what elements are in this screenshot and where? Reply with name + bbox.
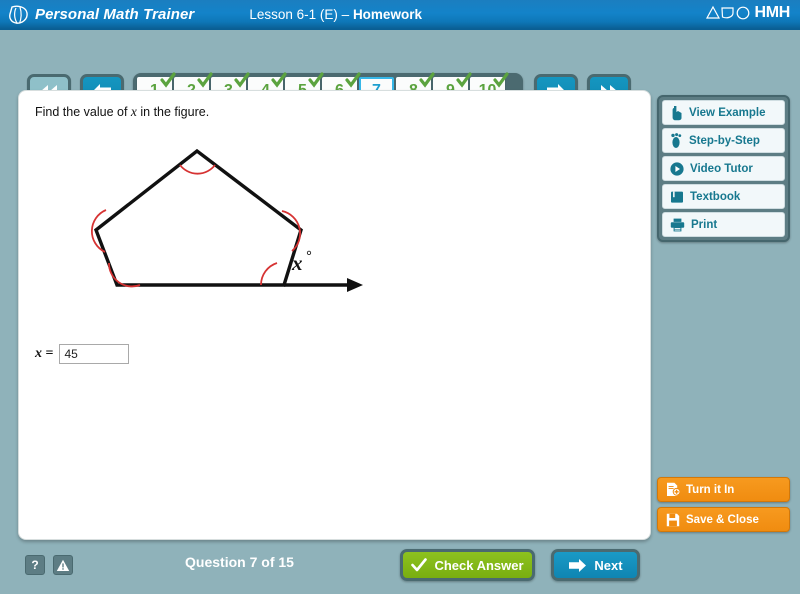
check-answer-button[interactable]: Check Answer xyxy=(400,549,535,581)
footprint-icon xyxy=(671,132,682,148)
warning-triangle-icon xyxy=(56,559,70,571)
brand-title: Personal Math Trainer xyxy=(35,6,195,23)
step-by-step-button[interactable]: Step-by-Step xyxy=(662,128,785,153)
book-icon xyxy=(671,191,683,203)
view-example-button[interactable]: View Example xyxy=(662,100,785,125)
prompt-before: Find the value of xyxy=(35,105,131,119)
pentagon-figure: x ° xyxy=(90,148,363,292)
answer-row: x = xyxy=(35,344,130,364)
question-mark-icon: ? xyxy=(31,558,39,572)
play-circle-icon xyxy=(670,161,684,176)
answer-input[interactable] xyxy=(59,344,130,364)
tool-button-label: Video Tutor xyxy=(690,162,753,175)
turn-it-in-label: Turn it In xyxy=(686,483,735,496)
answer-equals: = xyxy=(45,346,54,361)
app-header: Personal Math Trainer Lesson 6-1 (E) – H… xyxy=(0,0,800,30)
completed-check-icon xyxy=(493,72,509,88)
checkmark-icon xyxy=(411,558,428,572)
answer-variable-label: x = xyxy=(35,346,53,362)
print-button[interactable]: Print xyxy=(662,212,785,237)
angle-arc-left xyxy=(90,209,107,253)
lesson-prefix: Lesson 6-1 (E) – xyxy=(249,7,353,22)
tool-button-label: Textbook xyxy=(690,190,741,203)
help-button[interactable]: ? xyxy=(25,555,45,575)
hmh-triangle-leaf-circle-icon xyxy=(706,5,750,20)
tool-button-label: Print xyxy=(691,218,718,231)
problem-content-card: Find the value of x in the figure. x ° x… xyxy=(18,90,651,540)
question-prompt: Find the value of x in the figure. xyxy=(35,104,209,120)
ray-arrowhead xyxy=(347,278,363,292)
save-and-close-label: Save & Close xyxy=(686,513,759,526)
next-label: Next xyxy=(594,557,623,573)
right-arrow-icon xyxy=(569,558,587,572)
alert-button[interactable] xyxy=(53,555,73,575)
pentagon-outline xyxy=(93,148,303,287)
publisher-logo: HMH xyxy=(705,4,790,22)
pointing-hand-icon xyxy=(672,105,682,120)
submission-actions: Turn it In Save & Close xyxy=(657,477,790,532)
lesson-suffix: Homework xyxy=(352,7,422,22)
angle-label-degree: ° xyxy=(306,248,312,265)
save-and-close-button[interactable]: Save & Close xyxy=(657,507,790,532)
question-counter: Question 7 of 15 xyxy=(185,554,294,570)
question-navigation-bar: 1 2 3 4 5 6 7 xyxy=(0,30,800,109)
angle-arc-bottom-right xyxy=(260,262,278,286)
video-tutor-button[interactable]: Video Tutor xyxy=(662,156,785,181)
printer-icon xyxy=(670,218,685,231)
floppy-disk-icon xyxy=(666,513,680,526)
angle-arc-apex xyxy=(179,164,216,175)
check-answer-label: Check Answer xyxy=(434,557,524,573)
publisher-name: HMH xyxy=(754,4,790,21)
answer-variable: x xyxy=(35,346,42,361)
tool-panel: View Example Step-by-Step Video Tutor Te… xyxy=(657,95,790,242)
prompt-after: in the figure. xyxy=(136,105,210,119)
app-window: Personal Math Trainer Lesson 6-1 (E) – H… xyxy=(0,0,800,594)
angle-label-x: x xyxy=(291,251,303,275)
textbook-button[interactable]: Textbook xyxy=(662,184,785,209)
lesson-title: Lesson 6-1 (E) – Homework xyxy=(249,7,422,22)
turn-it-in-button[interactable]: Turn it In xyxy=(657,477,790,502)
pmt-drop-logo-icon xyxy=(9,5,28,24)
document-plus-icon xyxy=(667,482,680,496)
next-button[interactable]: Next xyxy=(551,549,640,581)
app-footer: ? Question 7 of 15 Check Answer Next xyxy=(0,545,800,594)
tool-button-label: Step-by-Step xyxy=(689,134,760,147)
tool-button-label: View Example xyxy=(689,106,766,119)
